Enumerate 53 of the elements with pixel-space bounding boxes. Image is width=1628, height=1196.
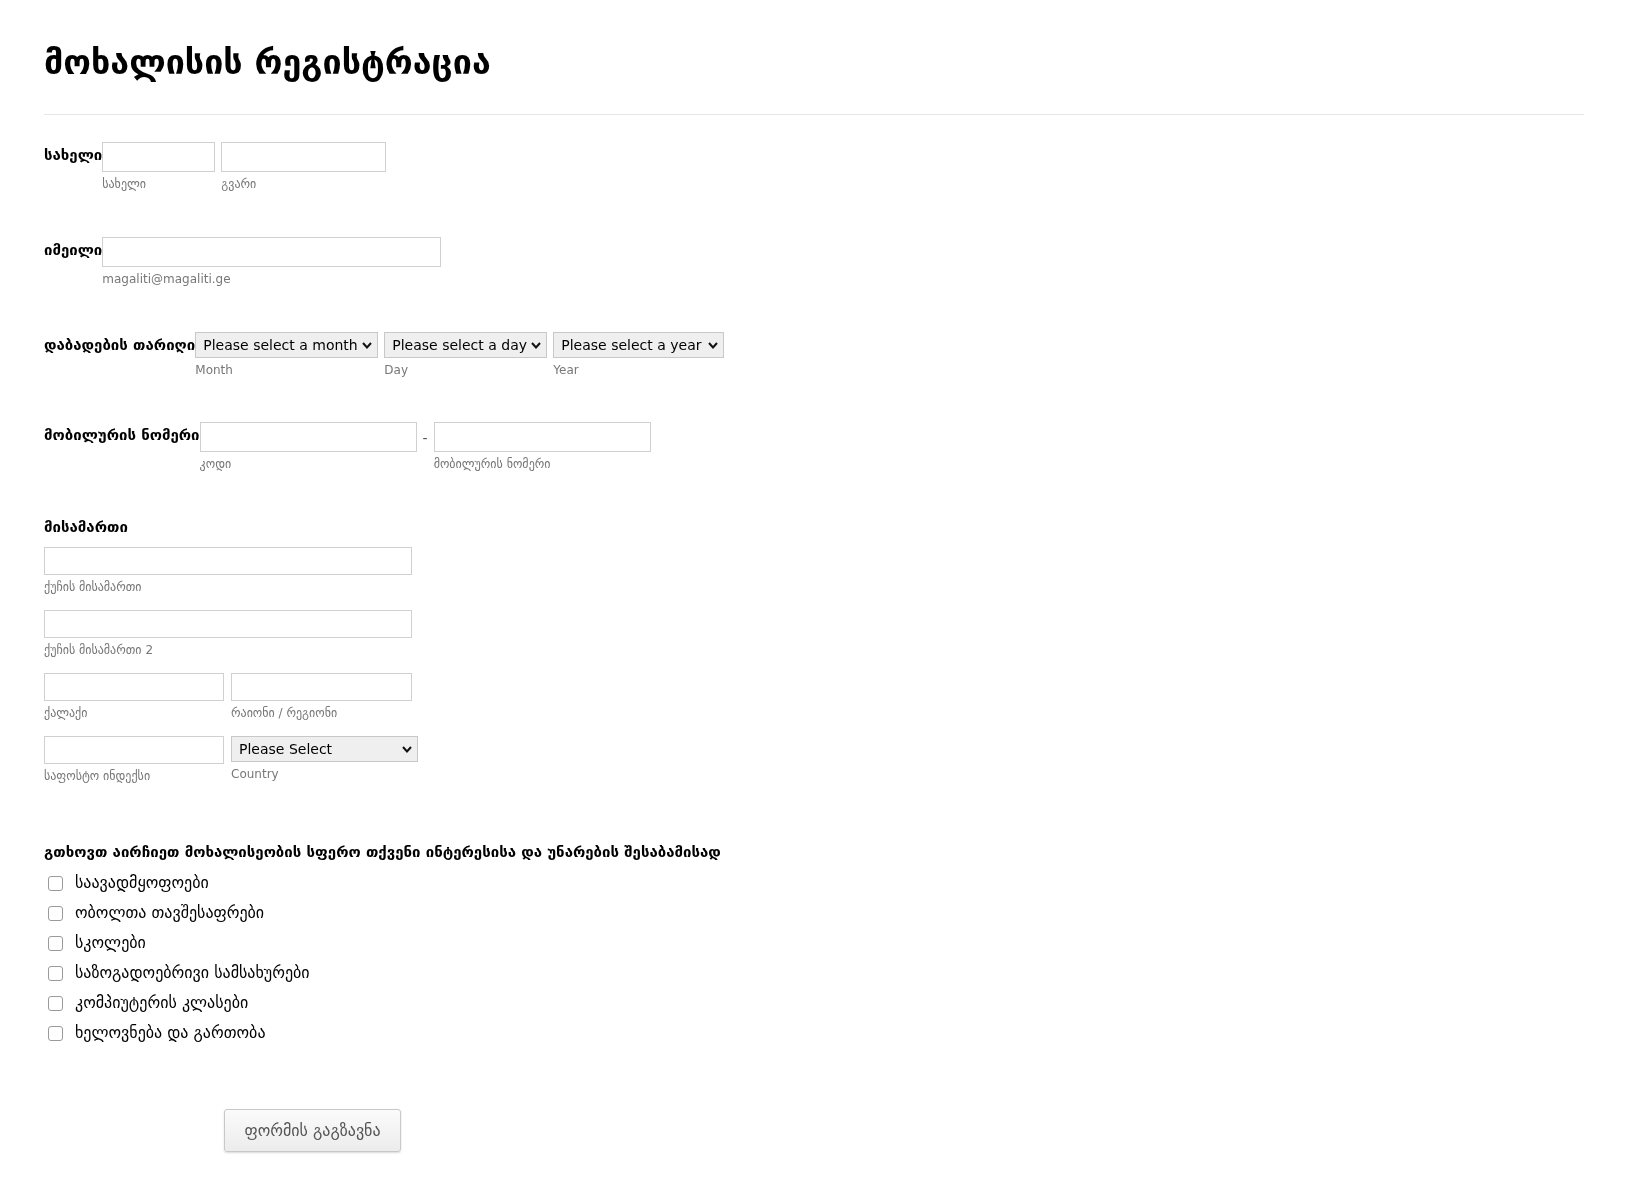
field-label: დაბადების თარიღი [44,335,196,355]
sublabel: სახელი [102,176,147,192]
dropdown[interactable]: Please select a month [195,332,379,358]
text-input[interactable] [44,673,224,701]
text-input[interactable] [44,547,412,575]
sublabel: გვარი [221,176,258,192]
submit-button[interactable]: ფორმის გაგზავნა [224,1109,401,1152]
checkbox-label: სკოლები [75,933,146,953]
sublabel: magaliti@magaliti.ge [102,271,232,287]
checkbox[interactable] [48,1025,63,1041]
dropdown[interactable]: Please Select [231,736,418,762]
sublabel: Month [195,362,234,378]
checkbox[interactable] [48,965,63,981]
sublabel: საფოსტო ინდექსი [44,768,152,784]
checkbox[interactable] [48,875,63,891]
sublabel: კოდი [199,456,233,472]
text-input[interactable] [44,610,412,638]
checkbox-label: ობოლთა თავშესაფრები [75,903,265,923]
chevron-down-icon [402,745,412,753]
text-input[interactable] [44,736,224,764]
chevron-down-icon [362,341,373,349]
chevron-down-icon [708,341,719,349]
sublabel: Year [553,362,580,378]
section-heading: მისამართი [44,517,129,537]
checkbox[interactable] [48,935,63,951]
chevron-down-icon [531,341,542,349]
sublabel: ქალაქი [44,705,89,721]
text-input[interactable] [231,673,412,701]
checkbox-label: საზოგადოებრივი სამსახურები [75,963,310,983]
field-label: სახელი [44,145,103,165]
sublabel: Day [384,362,409,378]
field-label: მობილურის ნომერი [44,425,200,445]
text-input[interactable] [433,422,651,452]
field-label: იმეილი [44,240,103,260]
text-input[interactable] [102,142,216,172]
text-input[interactable] [199,422,417,452]
sublabel: ქუჩის მისამართი 2 [44,642,154,658]
section-heading: გთხოვთ აირჩიეთ მოხალისეობის სფერო თქვენი ინტერესისა და უნარების შესაბამისად [44,842,722,862]
text-input[interactable] [221,142,387,172]
dropdown[interactable]: Please select a day [384,332,548,358]
dropdown[interactable]: Please select a year [553,332,725,358]
sublabel: ქუჩის მისამართი [44,579,143,595]
text-input[interactable] [102,237,442,267]
checkbox-label: საავადმყოფოები [75,873,209,893]
checkbox-label: ხელოვნება და გართობა [75,1023,266,1043]
checkbox-label: კომპიუტერის კლასები [75,993,249,1013]
checkbox[interactable] [48,905,63,921]
page-title: მოხალისის რეგისტრაცია [44,41,492,84]
sublabel: რაიონი / რეგიონი [231,705,339,721]
sublabel: Country [231,766,280,782]
checkbox[interactable] [48,995,63,1011]
separator: - [421,429,429,448]
sublabel: მობილურის ნომერი [433,456,552,472]
